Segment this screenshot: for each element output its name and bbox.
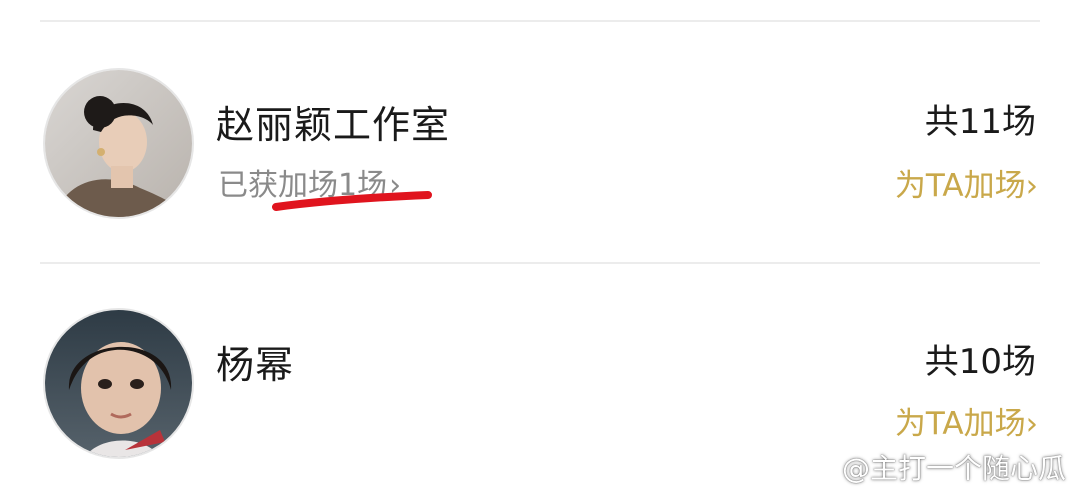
item-name: 杨幂 <box>216 343 295 387</box>
item-name: 赵丽颖工作室 <box>216 103 451 147</box>
avatar[interactable] <box>45 310 192 457</box>
weibo-icon <box>799 452 838 485</box>
total-count: 共11场 <box>924 102 1036 142</box>
watermark: @主打一个随心瓜 <box>799 447 1066 487</box>
divider <box>40 20 1040 22</box>
red-underline-annotation <box>272 191 432 211</box>
watermark-text: @主打一个随心瓜 <box>841 452 1066 485</box>
avatar[interactable] <box>45 70 192 217</box>
avatar-portrait-image <box>45 310 192 457</box>
list-item[interactable]: 赵丽颖工作室 已获加场1场› 共11场 为TA加场› <box>0 60 1074 240</box>
add-show-label: 为TA加场 <box>894 406 1026 442</box>
add-show-button[interactable]: 为TA加场› <box>895 398 1038 443</box>
total-count: 共10场 <box>924 342 1036 382</box>
avatar-portrait-image <box>45 70 192 217</box>
add-show-button[interactable]: 为TA加场› <box>895 160 1038 205</box>
divider <box>40 262 1040 264</box>
add-show-label: 为TA加场 <box>894 168 1026 204</box>
support-list-page: 赵丽颖工作室 已获加场1场› 共11场 为TA加场› 杨幂 共10场 为TA加场… <box>0 0 1074 493</box>
chevron-right-icon: › <box>1025 406 1038 442</box>
chevron-right-icon: › <box>1025 168 1038 204</box>
